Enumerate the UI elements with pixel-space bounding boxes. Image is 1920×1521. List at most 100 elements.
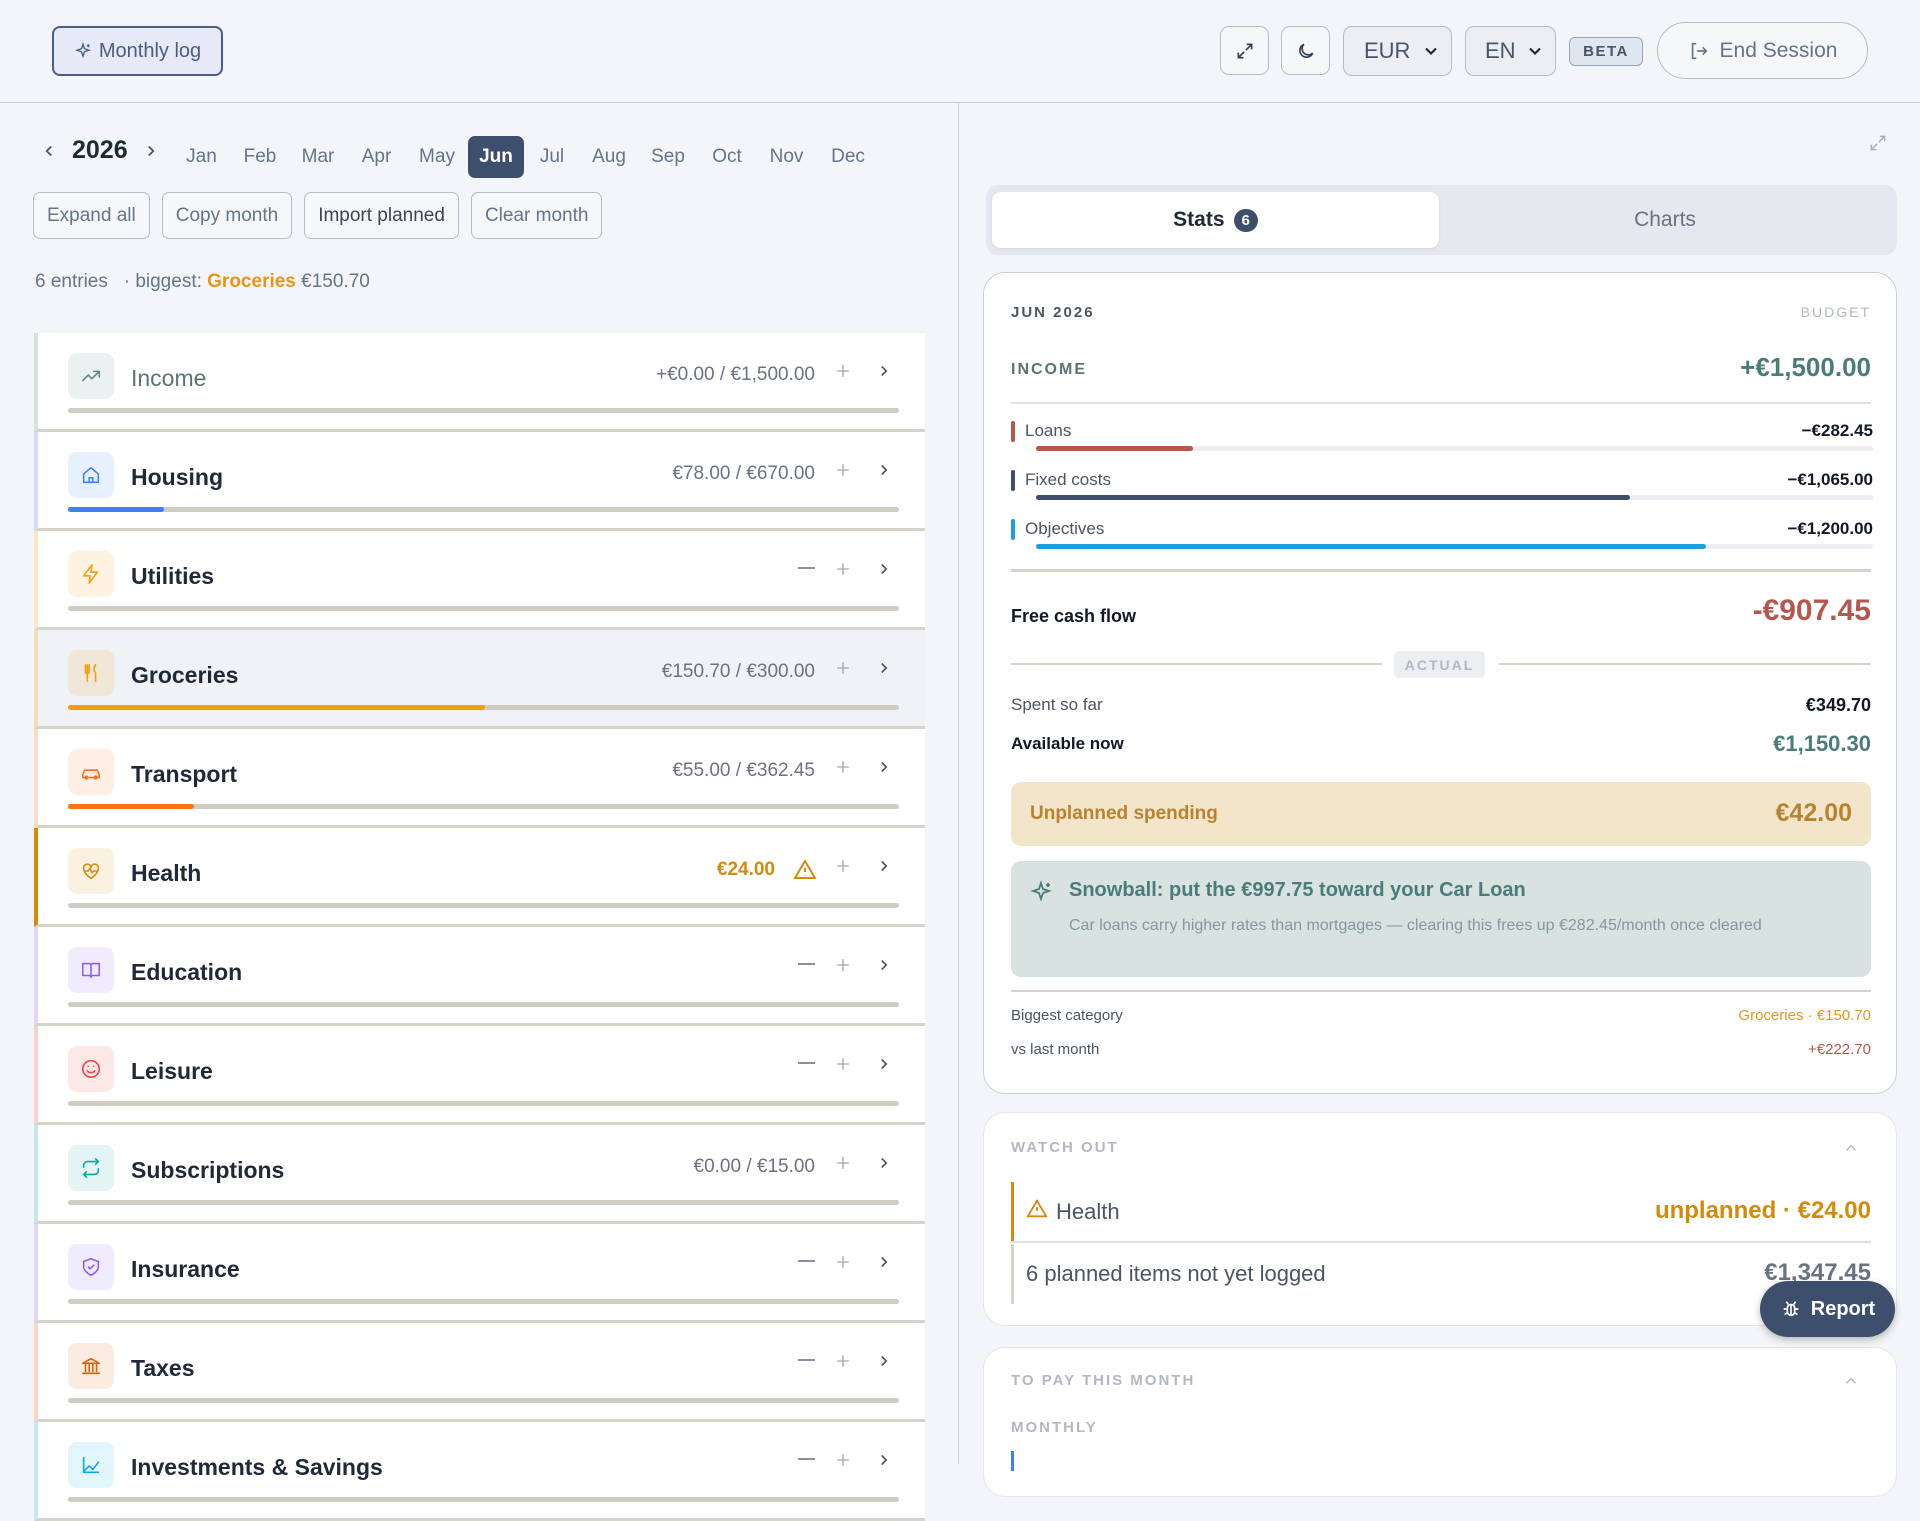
report-label: Report [1810, 1297, 1876, 1320]
category-name: Education [131, 959, 243, 985]
category-row-leisure[interactable]: Leisure [34, 1026, 925, 1125]
month-tab-mar[interactable]: Mar [289, 136, 347, 178]
category-amount: €24.00 [716, 859, 775, 880]
category-row-taxes[interactable]: Taxes [34, 1323, 925, 1422]
currency-value: EUR [1364, 38, 1411, 63]
report-button[interactable]: Report [1760, 1281, 1895, 1337]
month-tab-oct[interactable]: Oct [698, 136, 756, 178]
category-row-health[interactable]: Health €24.00 [34, 828, 925, 927]
tab-charts[interactable]: Charts [1439, 192, 1891, 248]
category-progress-track [68, 804, 899, 809]
expand-all-button[interactable]: Expand all [33, 192, 150, 239]
chevron-right-icon[interactable] [875, 758, 893, 776]
category-row-subscriptions[interactable]: Subscriptions €0.00 / €15.00 [34, 1125, 925, 1224]
income-value: +€1,500.00 [1740, 352, 1871, 382]
category-name: Leisure [131, 1058, 213, 1084]
plus-icon[interactable] [833, 1450, 853, 1470]
plus-icon[interactable] [833, 1054, 853, 1074]
category-row-investments-savings[interactable]: Investments & Savings [34, 1422, 925, 1521]
chevron-right-icon[interactable] [875, 659, 893, 677]
category-name: Subscriptions [131, 1157, 285, 1183]
watch-item-health[interactable]: Health unplanned · €24.00 [1011, 1182, 1871, 1242]
period-label: JUN 2026 [1011, 304, 1095, 321]
chevron-right-icon[interactable] [875, 956, 893, 974]
month-tab-apr[interactable]: Apr [347, 136, 406, 178]
chevron-right-icon[interactable] [875, 1055, 893, 1073]
no-amount-dash [798, 1359, 815, 1361]
copy-month-button[interactable]: Copy month [161, 192, 293, 239]
next-year-icon[interactable] [142, 142, 160, 160]
plus-icon[interactable] [833, 856, 853, 876]
language-select[interactable]: EN [1465, 26, 1556, 76]
no-amount-dash [798, 1062, 815, 1064]
currency-select[interactable]: EUR [1343, 26, 1452, 76]
watch-out-card: WATCH OUT Health unplanned · €24.00 6 pl… [983, 1112, 1897, 1326]
chevron-right-icon[interactable] [875, 461, 893, 479]
plus-icon[interactable] [833, 658, 853, 678]
import-planned-button[interactable]: Import planned [304, 192, 459, 239]
chevron-right-icon[interactable] [875, 1352, 893, 1370]
fullscreen-button[interactable] [1220, 26, 1269, 75]
plus-icon[interactable] [833, 559, 853, 579]
divider [1499, 663, 1871, 665]
tab-stats[interactable]: Stats 6 [992, 192, 1439, 248]
plus-icon[interactable] [833, 1351, 853, 1371]
watch-item-planned[interactable]: 6 planned items not yet logged €1,347.45 [1011, 1244, 1871, 1304]
month-tab-aug[interactable]: Aug [580, 136, 638, 178]
no-amount-dash [798, 1458, 815, 1460]
month-tabs: Jan Feb Mar Apr May Jun Jul Aug Sep Oct Nov Dec [172, 136, 879, 178]
theme-toggle-button[interactable] [1281, 26, 1330, 75]
month-tab-dec[interactable]: Dec [817, 136, 879, 178]
no-amount-dash [798, 1260, 815, 1262]
month-tab-sep[interactable]: Sep [638, 136, 698, 178]
category-name: Insurance [131, 1256, 240, 1282]
category-row-insurance[interactable]: Insurance [34, 1224, 925, 1323]
plus-icon[interactable] [833, 1153, 853, 1173]
chevron-down-icon [1525, 41, 1545, 61]
prev-year-icon[interactable] [40, 142, 58, 160]
plus-icon[interactable] [833, 757, 853, 777]
category-row-groceries[interactable]: Groceries €150.70 / €300.00 [34, 630, 925, 729]
chevron-right-icon[interactable] [875, 1154, 893, 1172]
end-session-button[interactable]: End Session [1657, 22, 1868, 79]
chevron-up-icon[interactable] [1842, 1139, 1860, 1157]
plus-icon[interactable] [833, 1252, 853, 1272]
monthly-log-button[interactable]: Monthly log [52, 26, 223, 76]
chevron-right-icon[interactable] [875, 857, 893, 875]
category-row-housing[interactable]: Housing €78.00 / €670.00 [34, 432, 925, 531]
month-tab-may[interactable]: May [406, 136, 468, 178]
category-row-utilities[interactable]: Utilities [34, 531, 925, 630]
beta-badge: BETA [1569, 37, 1643, 66]
budget-line-track [1036, 495, 1873, 500]
month-tab-nov[interactable]: Nov [756, 136, 817, 178]
category-amount: +€0.00 / €1,500.00 [655, 364, 815, 385]
spent-label: Spent so far [1011, 695, 1103, 714]
category-row-transport[interactable]: Transport €55.00 / €362.45 [34, 729, 925, 828]
category-row-education[interactable]: Education [34, 927, 925, 1026]
plus-icon[interactable] [833, 361, 853, 381]
month-tab-jan[interactable]: Jan [172, 136, 231, 178]
budget-line-track [1036, 446, 1873, 451]
to-pay-title: TO PAY THIS MONTH [1011, 1372, 1196, 1389]
plus-icon[interactable] [833, 460, 853, 480]
chevron-right-icon[interactable] [875, 362, 893, 380]
chevron-right-icon[interactable] [875, 1253, 893, 1271]
moon-icon [1296, 41, 1316, 61]
divider [1011, 569, 1871, 572]
plus-icon[interactable] [833, 955, 853, 975]
clear-month-button[interactable]: Clear month [470, 192, 603, 239]
category-row-income[interactable]: Income +€0.00 / €1,500.00 [34, 333, 925, 432]
category-name: Taxes [131, 1355, 195, 1381]
chevron-right-icon[interactable] [875, 560, 893, 578]
unplanned-label: Unplanned spending [1030, 803, 1218, 824]
watch-out-title: WATCH OUT [1011, 1139, 1119, 1156]
month-tab-jul[interactable]: Jul [524, 136, 580, 178]
expand-panel-icon[interactable] [1868, 133, 1888, 153]
chevron-right-icon[interactable] [875, 1451, 893, 1469]
biggest-name: Groceries [207, 271, 296, 292]
month-tab-jun[interactable]: Jun [468, 136, 524, 178]
sparkle-icon [1029, 880, 1053, 904]
month-tab-feb[interactable]: Feb [231, 136, 289, 178]
chevron-up-icon[interactable] [1842, 1372, 1860, 1390]
tab-stats-label: Stats [1173, 208, 1225, 231]
